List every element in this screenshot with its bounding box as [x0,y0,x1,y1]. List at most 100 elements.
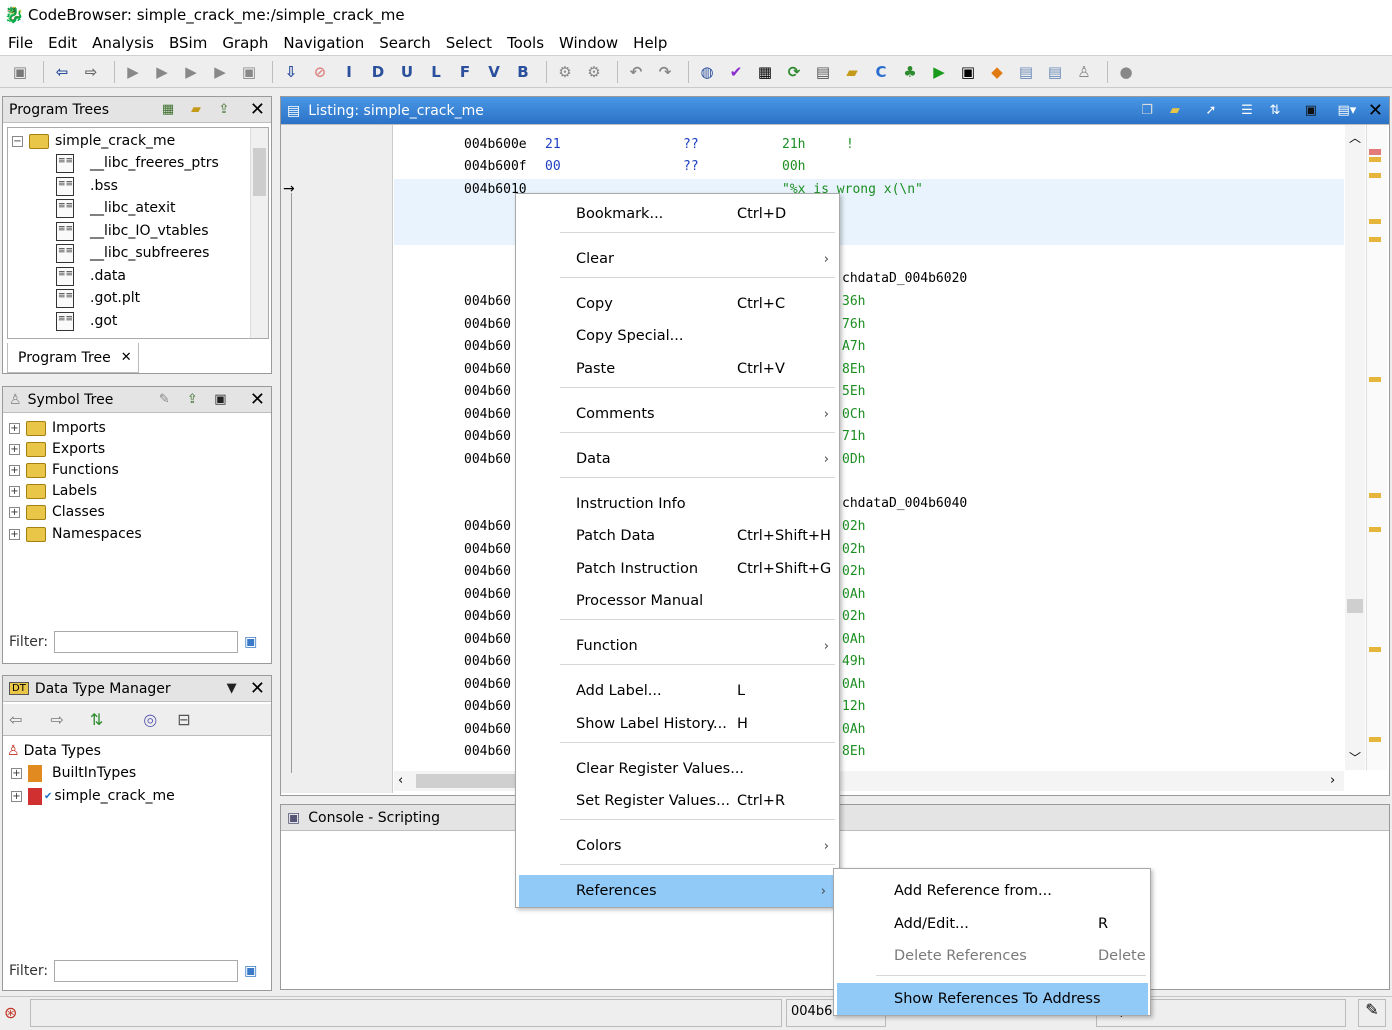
check-icon[interactable]: ✔ [724,60,748,84]
collapse-all-icon[interactable]: ⊟ [177,710,190,729]
graph-icon[interactable]: ♣ [898,60,922,84]
menu-navigation[interactable]: Navigation [275,34,371,52]
menu-select[interactable]: Select [438,34,499,52]
ctx-item-comments[interactable]: Comments › [516,398,839,430]
listing-row[interactable]: 004b60 [464,564,511,584]
tree-root-data-types[interactable]: ♙ Data Types [7,740,101,762]
ctx-item-data[interactable]: Data › [516,443,839,475]
tree-item-program-types[interactable]: + ✔ simple_crack_me [11,785,175,807]
folder-icon[interactable]: ▰ [840,60,864,84]
ctx-item-bookmark[interactable]: Bookmark... Ctrl+D [516,198,839,230]
plugin-icon[interactable]: ● [1114,60,1138,84]
next-function-icon[interactable]: F [453,60,477,84]
next-data-icon[interactable]: D [366,60,390,84]
listing-row[interactable]: 004b60 [464,722,511,742]
add-edit-reference-item[interactable]: Add/Edit... R [834,908,1150,940]
listing-row[interactable]: 004b600f [464,159,527,179]
redo-icon[interactable]: ↷ [653,60,677,84]
globe-icon[interactable]: ◍ [695,60,719,84]
list-item[interactable]: ≡≡ .data [56,265,126,287]
ctx-item-clear[interactable]: Clear › [516,243,839,275]
list-item[interactable]: ≡≡ .got.plt [56,287,140,309]
diamond-icon[interactable]: ◆ [985,60,1009,84]
listing-row[interactable]: 004b60 [464,609,511,629]
ctx-item-set-register-values[interactable]: Set Register Values... Ctrl+R [516,785,839,817]
ctx-item-references[interactable]: References › [519,875,836,907]
tree-root[interactable]: − simple_crack_me [12,130,175,152]
list-item[interactable]: ≡≡ __libc_freeres_ptrs [56,152,219,174]
scroll-thumb[interactable] [253,148,266,196]
snapshot-icon[interactable]: ▣ [1300,101,1322,121]
expand-icon[interactable]: + [11,767,22,779]
listing-row[interactable]: 004b60 [464,339,511,359]
menu-graph[interactable]: Graph [214,34,275,52]
overview-bar[interactable] [1366,125,1387,770]
ctx-item-patch-instruction[interactable]: Patch Instruction Ctrl+Shift+G [516,553,839,585]
undo-icon[interactable]: ↶ [624,60,648,84]
stop-icon[interactable]: ⊘ [308,60,332,84]
table-icon[interactable]: ▤ [1014,60,1038,84]
expand-icon[interactable]: + [9,464,20,476]
options-icon[interactable]: ▤▾ [1336,101,1358,121]
listing-row[interactable]: 004b60 [464,452,511,472]
collapse-icon[interactable]: − [12,135,23,147]
listing-row[interactable]: 004b60 [464,384,511,404]
ctx-item-clear-register-values[interactable]: Clear Register Values... [516,753,839,785]
ctx-item-copy[interactable]: Copy Ctrl+C [516,288,839,320]
close-icon[interactable]: ✕ [250,678,265,699]
listing-label[interactable]: chdataD_004b6040 [842,496,967,516]
list-item[interactable]: ≡≡ __libc_atexit [56,197,175,219]
filter-options-icon[interactable]: ▣ [244,634,257,650]
ctx-item-instruction-info[interactable]: Instruction Info [516,488,839,520]
add-reference-from-item[interactable]: Add Reference from... [834,875,1150,907]
listing-row[interactable]: 004b60 [464,429,511,449]
next-instruction-icon[interactable]: I [337,60,361,84]
tree-item-builtin[interactable]: + BuiltInTypes [11,762,136,784]
merge-icon[interactable]: ⇪ [213,100,235,120]
navigate-icon-5[interactable]: ▣ [237,60,261,84]
tree-item-exports[interactable]: + Exports [9,438,105,460]
list-item[interactable]: ≡≡ .got [56,310,117,332]
dtm-filter-input[interactable] [54,960,239,982]
listing-row[interactable]: 004b60 [464,519,511,539]
listing-row[interactable]: 004b60 [464,407,511,427]
delete-references-item[interactable]: Delete References Delete [834,940,1150,972]
tree-item-functions[interactable]: + Functions [9,459,119,481]
navigate-icon[interactable]: ▶ [121,60,145,84]
save-icon[interactable]: ▣ [8,60,32,84]
next-undefined-icon[interactable]: U [395,60,419,84]
expand-icon[interactable]: + [11,790,22,802]
listing-row[interactable]: 004b60 [464,654,511,674]
forward-arrow-icon[interactable]: ⇨ [79,60,103,84]
export-icon[interactable]: ▤ [1043,60,1067,84]
back-arrow-icon[interactable]: ⇦ [50,60,74,84]
decompile-icon[interactable]: C [869,60,893,84]
listing-row[interactable]: 004b60 [464,632,511,652]
back-arrow-icon[interactable]: ⇦ [9,710,22,729]
field-edit-icon[interactable]: ☰ [1236,101,1258,121]
menu-dropdown-icon[interactable]: ▼ [221,679,243,699]
memory-icon[interactable]: ▤ [811,60,835,84]
listing-row[interactable]: 004b60 [464,587,511,607]
cursor-icon[interactable]: ➚ [1200,101,1222,121]
expand-icon[interactable]: + [9,485,20,497]
close-icon[interactable]: ✕ [1368,100,1383,121]
listing-row[interactable]: 004b60 [464,294,511,314]
close-icon[interactable]: ✕ [250,99,265,120]
navigate-icon-4[interactable]: ▶ [208,60,232,84]
tool-icon[interactable]: ⚙ [553,60,577,84]
menu-bsim[interactable]: BSim [161,34,214,52]
listing-row[interactable]: 004b60 [464,677,511,697]
expand-icon[interactable]: + [9,528,20,540]
menu-edit[interactable]: Edit [40,34,84,52]
terminal-icon[interactable]: ▣ [956,60,980,84]
tree-scrollbar[interactable] [250,128,268,338]
ctx-item-colors[interactable]: Colors › [516,830,839,862]
listing-label[interactable]: chdataD_004b6020 [842,271,967,291]
tree-item-imports[interactable]: + Imports [9,417,106,439]
list-item[interactable]: ≡≡ __libc_IO_vtables [56,220,209,242]
filter-types-icon[interactable]: ⇅ [90,710,103,729]
scroll-down-icon[interactable]: ﹀ [1349,749,1361,766]
scroll-left-icon[interactable]: ‹ [398,773,403,788]
tree-item-namespaces[interactable]: + Namespaces [9,523,142,545]
